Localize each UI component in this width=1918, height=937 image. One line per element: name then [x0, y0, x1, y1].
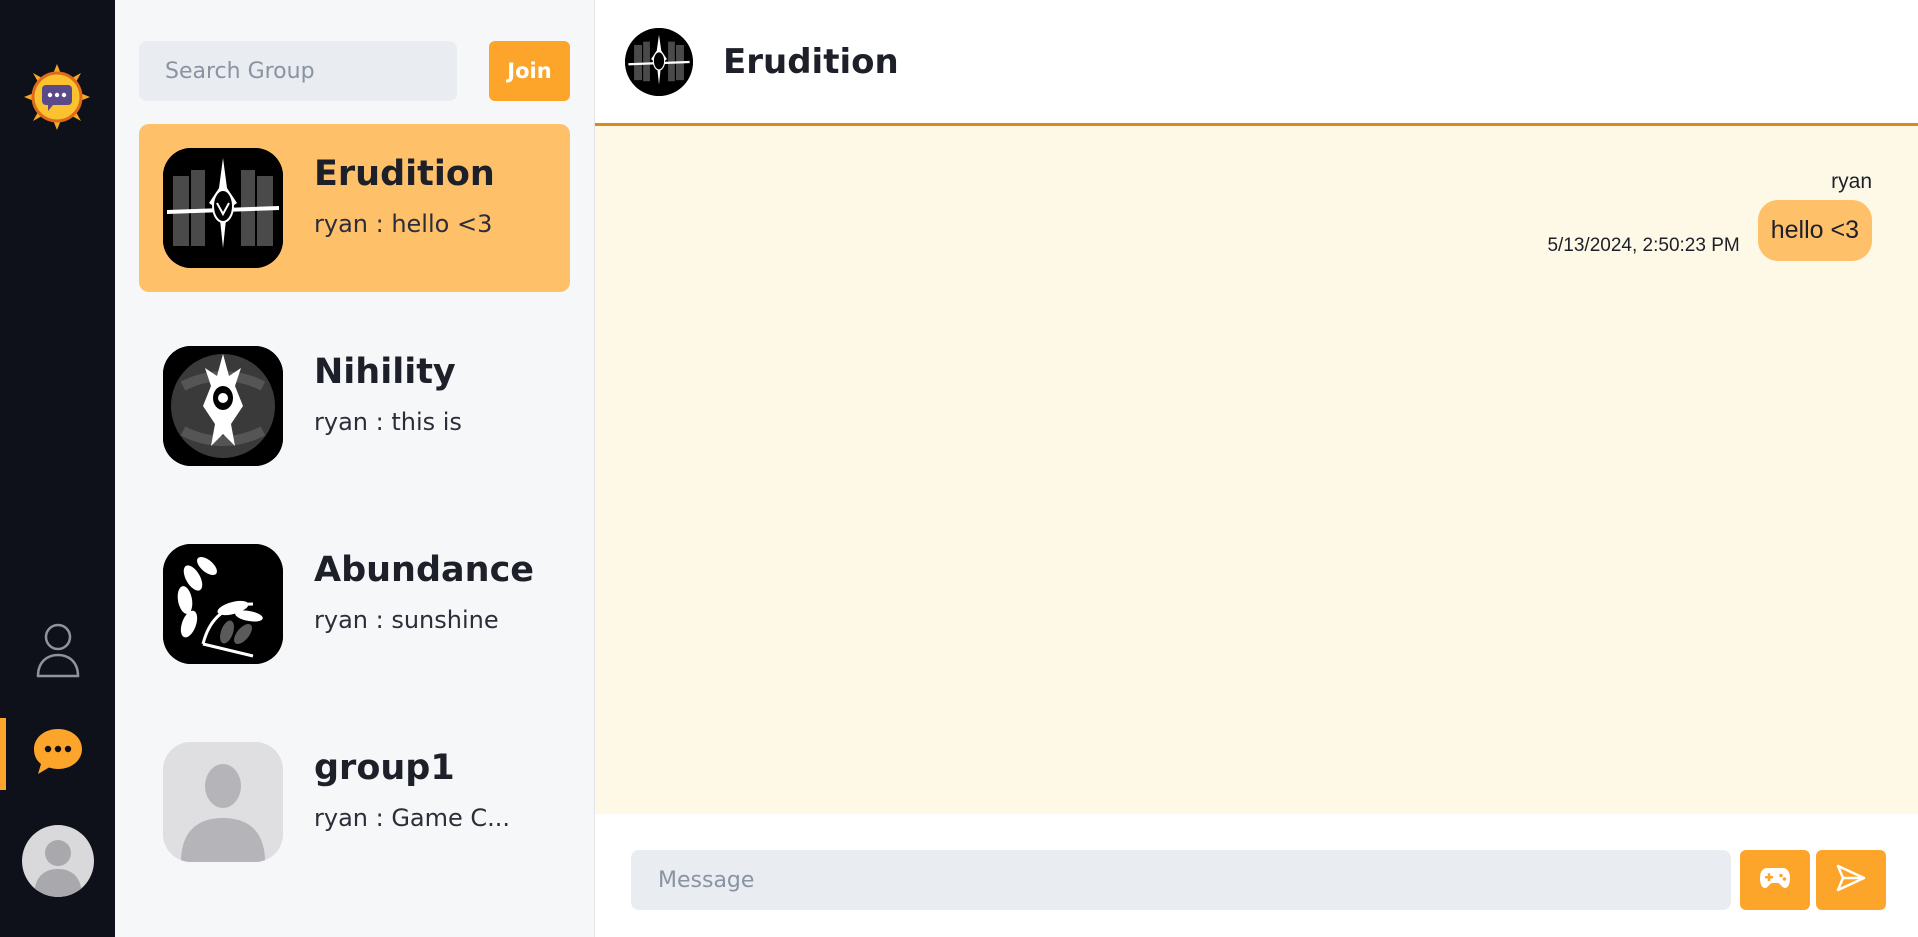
message-timestamp: 5/13/2024, 2:50:23 PM: [1547, 235, 1740, 256]
game-button[interactable]: [1740, 850, 1810, 910]
nihility-emblem-icon: [163, 346, 283, 466]
message-item: ryan 5/13/2024, 2:50:23 PM hello <3: [1547, 170, 1872, 261]
message-input[interactable]: [631, 850, 1731, 910]
group-item-abundance[interactable]: Abundance ryan : sunshine: [139, 520, 570, 688]
profile-nav-button[interactable]: [0, 616, 115, 688]
erudition-emblem-icon: [163, 148, 283, 268]
user-avatar[interactable]: [22, 825, 94, 897]
group-name: Nihility: [314, 352, 456, 392]
chat-app: Join Erudition: [0, 0, 1918, 937]
group-last-message: ryan : Game C...: [314, 804, 511, 832]
group-last-message: ryan : hello <3: [314, 210, 493, 238]
user-outline-icon: [35, 622, 81, 682]
chat-header: Erudition: [595, 0, 1918, 126]
join-button[interactable]: Join: [489, 41, 570, 101]
search-group-input[interactable]: [139, 41, 457, 101]
message-row: 5/13/2024, 2:50:23 PM hello <3: [1547, 200, 1872, 261]
group-name: group1: [314, 748, 455, 788]
group-list: Erudition ryan : hello <3 Nihility ryan …: [139, 124, 570, 916]
message-sender: ryan: [1831, 170, 1872, 193]
group-item-group1[interactable]: group1 ryan : Game C...: [139, 718, 570, 886]
group-last-message: ryan : this is: [314, 408, 462, 436]
nav-rail: [0, 0, 115, 937]
send-button[interactable]: [1816, 850, 1886, 910]
group-name: Erudition: [314, 154, 495, 194]
group-item-nihility[interactable]: Nihility ryan : this is: [139, 322, 570, 490]
message-list: ryan 5/13/2024, 2:50:23 PM hello <3: [595, 126, 1918, 814]
chat-title: Erudition: [723, 42, 899, 82]
message-composer: [595, 814, 1918, 937]
send-arrow-icon: [1836, 864, 1866, 896]
group-item-erudition[interactable]: Erudition ryan : hello <3: [139, 124, 570, 292]
gamepad-icon: [1759, 867, 1791, 893]
abundance-emblem-icon: [163, 544, 283, 664]
default-group-avatar-icon: [163, 742, 283, 862]
chat-bubble-dots-icon: [32, 727, 84, 781]
groups-panel: Join Erudition: [115, 0, 707, 937]
group-last-message: ryan : sunshine: [314, 606, 499, 634]
app-logo-icon[interactable]: [22, 62, 92, 132]
group-name: Abundance: [314, 550, 535, 590]
message-bubble: hello <3: [1757, 200, 1872, 261]
erudition-emblem-icon: [625, 28, 693, 96]
chat-area: Erudition ryan 5/13/2024, 2:50:23 PM hel…: [595, 0, 1918, 937]
chat-nav-button[interactable]: [0, 718, 115, 790]
